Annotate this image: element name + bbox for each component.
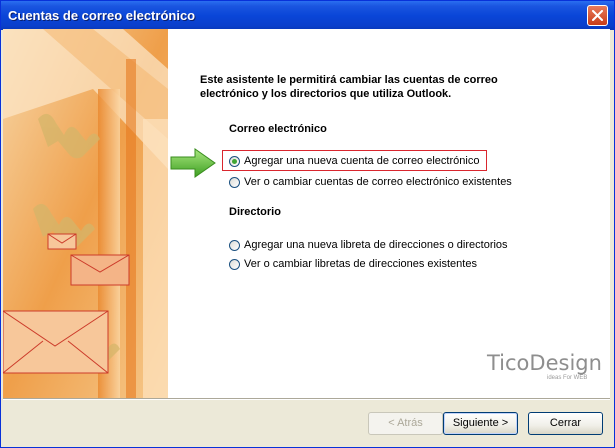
radio-label: Agregar una nueva libreta de direcciones… [244, 239, 508, 251]
email-section-title: Correo electrónico [229, 123, 327, 135]
radio-add-email-account[interactable]: Agregar una nueva cuenta de correo elect… [229, 153, 479, 169]
radio-button[interactable] [229, 176, 240, 188]
window-title: Cuentas de correo electrónico [8, 8, 196, 23]
intro-text: Este asistente le permitirá cambiar las … [200, 74, 498, 100]
directory-section-title: Directorio [229, 206, 281, 218]
radio-button-checked[interactable] [229, 155, 240, 167]
ticodesign-watermark: TicoDesign ideas For WEB [487, 351, 602, 381]
radio-label: Agregar una nueva cuenta de correo elect… [244, 155, 480, 167]
close-icon [592, 10, 603, 21]
radio-button[interactable] [229, 239, 240, 251]
footer-separator-highlight [3, 399, 610, 400]
close-window-button[interactable] [587, 5, 608, 26]
arrow-right-icon [170, 148, 216, 178]
radio-button[interactable] [229, 258, 240, 270]
next-button[interactable]: Siguiente > [443, 412, 518, 435]
radio-add-address-book[interactable]: Agregar una nueva libreta de direcciones… [229, 237, 508, 253]
radio-view-address-books[interactable]: Ver o cambiar libretas de direcciones ex… [229, 256, 477, 272]
wizard-content: Este asistente le permitirá cambiar las … [3, 29, 610, 398]
radio-label: Ver o cambiar libretas de direcciones ex… [244, 258, 477, 270]
close-button[interactable]: Cerrar [528, 412, 603, 435]
outlook-envelope-banner [3, 29, 168, 398]
title-bar[interactable]: Cuentas de correo electrónico [1, 1, 614, 30]
watermark-subtitle: ideas For WEB [547, 375, 588, 381]
watermark-title: TicoDesign [487, 351, 602, 375]
radio-view-email-accounts[interactable]: Ver o cambiar cuentas de correo electrón… [229, 174, 512, 190]
radio-label: Ver o cambiar cuentas de correo electrón… [244, 176, 512, 188]
back-button[interactable]: < Atrás [368, 412, 443, 435]
